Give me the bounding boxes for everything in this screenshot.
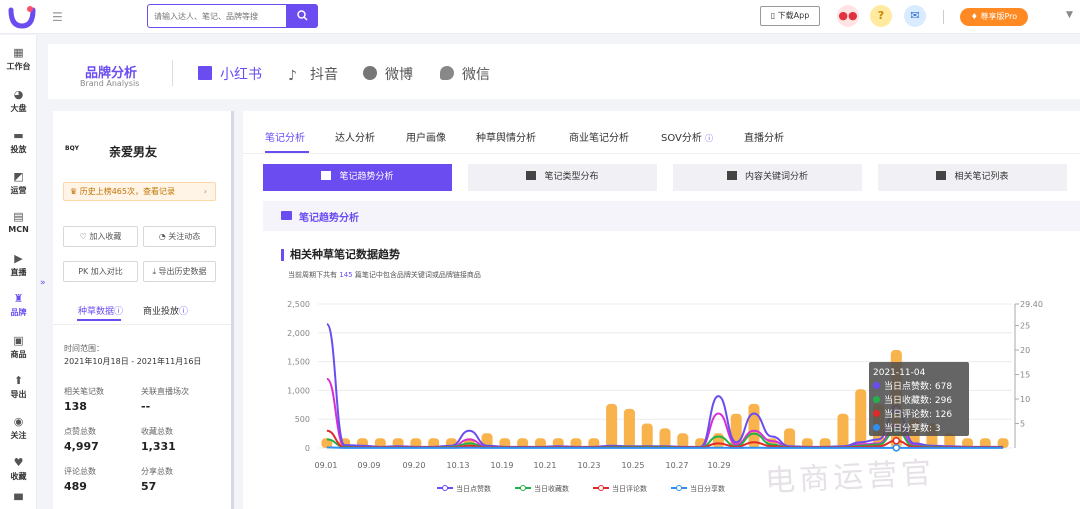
legend-item-likes[interactable]: 当日点赞数 (437, 484, 491, 494)
highlight-point (892, 436, 901, 445)
tooltip-row: 当日分享数: 3 (873, 422, 965, 436)
chart-bar (623, 408, 635, 448)
x-tick-label: 10.13 (447, 461, 470, 470)
y2-tick-label: 25 (1020, 322, 1030, 331)
watermark: 电商运营官 (764, 455, 936, 500)
legend-label: 当日收藏数 (534, 485, 569, 493)
y2-tick-label: 15 (1020, 371, 1030, 380)
y-tick-label: 2,500 (287, 300, 310, 309)
legend-line-icon (515, 485, 531, 491)
chart-bar (641, 423, 653, 448)
x-tick-label: 10.29 (708, 461, 731, 470)
legend-line-icon (593, 485, 609, 491)
x-tick-label: 10.23 (578, 461, 601, 470)
tooltip-text: 当日分享数: 3 (884, 424, 941, 434)
y-tick-label: 500 (295, 415, 310, 424)
legend-item-shares[interactable]: 当日分享数 (671, 484, 725, 494)
chart-bar (659, 428, 671, 448)
tooltip-date: 2021-11-04 (873, 368, 926, 378)
chart-bar (855, 389, 867, 448)
y2-tick-label: 5 (1020, 420, 1025, 429)
legend-label: 当日分享数 (690, 485, 725, 493)
x-tick-label: 10.19 (491, 461, 514, 470)
x-tick-label: 10.21 (534, 461, 557, 470)
y-tick-label: 2,000 (287, 329, 310, 338)
dot-icon (873, 396, 880, 403)
chart-bar (606, 403, 618, 448)
x-tick-label: 09.09 (358, 461, 381, 470)
x-tick-label: 10.25 (622, 461, 645, 470)
tooltip-row: 当日收藏数: 296 (873, 394, 965, 408)
dot-icon (873, 424, 880, 431)
tooltip-text: 当日评论数: 126 (884, 410, 953, 420)
chart-tooltip: 2021-11-04 当日点赞数: 678 当日收藏数: 296 当日评论数: … (869, 362, 969, 436)
chart-bar (837, 413, 849, 448)
y-tick-label: 1,000 (287, 386, 310, 395)
legend-label: 当日评论数 (612, 485, 647, 493)
x-tick-label: 09.20 (403, 461, 426, 470)
y2-tick-label: 10 (1020, 395, 1030, 404)
legend-item-comments[interactable]: 当日评论数 (593, 484, 647, 494)
tooltip-text: 当日点赞数: 678 (884, 382, 953, 392)
legend-line-icon (671, 485, 687, 491)
y2-tick-label: 29.40 (1020, 300, 1043, 309)
y-tick-label: 0 (305, 444, 310, 453)
tooltip-row: 当日评论数: 126 (873, 408, 965, 422)
y-tick-label: 1,500 (287, 358, 310, 367)
legend-label: 当日点赞数 (456, 485, 491, 493)
legend-line-icon (437, 485, 453, 491)
dot-icon (873, 410, 880, 417)
dot-icon (873, 382, 880, 389)
legend-item-collects[interactable]: 当日收藏数 (515, 484, 569, 494)
y2-tick-label: 20 (1020, 346, 1030, 355)
x-tick-label: 09.01 (315, 461, 338, 470)
tooltip-text: 当日收藏数: 296 (884, 396, 953, 406)
x-tick-label: 10.27 (666, 461, 689, 470)
tooltip-row: 当日点赞数: 678 (873, 380, 965, 394)
